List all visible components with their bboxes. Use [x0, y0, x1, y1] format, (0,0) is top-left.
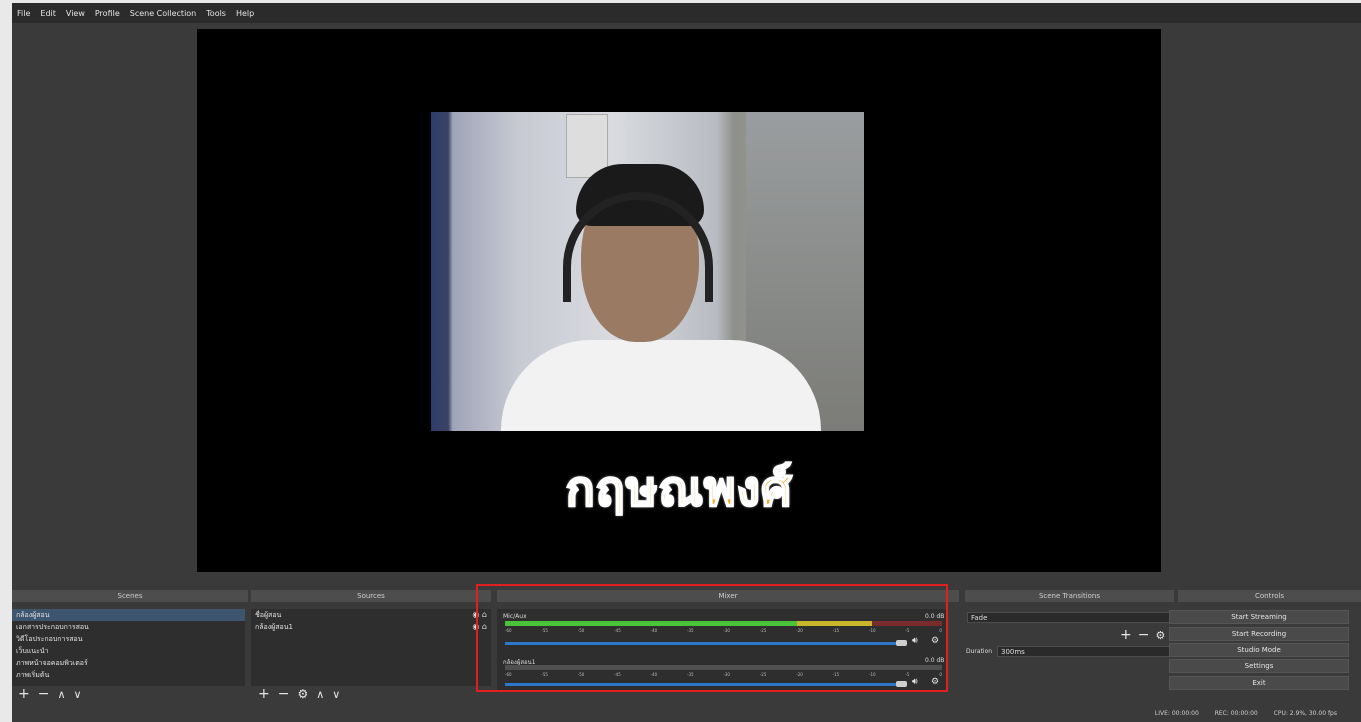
sources-list: ชื่อผู้สอน ◉ ⌂ กล้องผู้สอน1 ◉ ⌂ [251, 609, 491, 686]
scenes-list: กล้องผู้สอน เอกสารประกอบการสอน วิดีโอประ… [12, 609, 245, 686]
remove-source-icon[interactable]: − [278, 686, 290, 702]
menu-tools[interactable]: Tools [206, 9, 226, 18]
webcam-image [431, 112, 864, 431]
cpu-usage: CPU: 2.9%, 30.00 fps [1273, 710, 1337, 717]
source-item[interactable]: กล้องผู้สอน1 ◉ ⌂ [251, 621, 491, 633]
rec-timer: REC: 00:00:00 [1214, 710, 1258, 717]
source-item[interactable]: ชื่อผู้สอน ◉ ⌂ [251, 609, 491, 621]
studio-mode-button[interactable]: Studio Mode [1169, 643, 1349, 657]
menu-bar: File Edit View Profile Scene Collection … [12, 3, 1361, 23]
scenes-toolbar: + − ∧ ∨ [18, 686, 82, 702]
scene-item[interactable]: วิดีโอประกอบการสอน [12, 633, 245, 645]
duration-field[interactable]: 300ms [997, 646, 1170, 657]
scene-item[interactable]: เอกสารประกอบการสอน [12, 621, 245, 633]
scene-item[interactable]: ภาพเริ่มต้น [12, 669, 245, 681]
live-timer: LIVE: 00:00:00 [1154, 710, 1199, 717]
scene-item[interactable]: เว็บแนะนำ [12, 645, 245, 657]
status-bar: LIVE: 00:00:00 REC: 00:00:00 CPU: 2.9%, … [0, 710, 1337, 717]
add-scene-icon[interactable]: + [18, 686, 30, 702]
start-streaming-button[interactable]: Start Streaming [1169, 610, 1349, 624]
transition-properties-gear-icon[interactable]: ⚙ [1155, 629, 1165, 642]
source-properties-gear-icon[interactable]: ⚙ [297, 687, 308, 701]
move-up-icon[interactable]: ∧ [57, 688, 65, 701]
scene-item[interactable]: ภาพหน้าจอคอมพิวเตอร์ [12, 657, 245, 669]
menu-scene-collection[interactable]: Scene Collection [130, 9, 197, 18]
add-source-icon[interactable]: + [258, 686, 270, 702]
start-recording-button[interactable]: Start Recording [1169, 627, 1349, 641]
transitions-toolbar: + − ⚙ [1120, 627, 1165, 643]
exit-button[interactable]: Exit [1169, 676, 1349, 690]
menu-help[interactable]: Help [236, 9, 254, 18]
preview-canvas[interactable]: กฤษณพงศ์ [197, 29, 1161, 572]
menu-profile[interactable]: Profile [95, 9, 120, 18]
menu-file[interactable]: File [17, 9, 30, 18]
move-up-icon[interactable]: ∧ [316, 688, 324, 701]
scenes-title: Scenes [12, 590, 248, 602]
move-down-icon[interactable]: ∨ [74, 688, 82, 701]
controls-title: Controls [1178, 590, 1361, 602]
source-label: กล้องผู้สอน1 [255, 623, 293, 631]
transitions-title: Scene Transitions [965, 590, 1174, 602]
scene-item[interactable]: กล้องผู้สอน [12, 609, 245, 621]
move-down-icon[interactable]: ∨ [332, 688, 340, 701]
mixer-highlight-box [476, 584, 948, 692]
sources-toolbar: + − ⚙ ∧ ∨ [258, 686, 340, 702]
remove-scene-icon[interactable]: − [38, 686, 50, 702]
sources-title: Sources [251, 590, 491, 602]
presenter-name-caption: กฤษณพงศ์ [565, 460, 793, 518]
settings-button[interactable]: Settings [1169, 659, 1349, 673]
source-label: ชื่อผู้สอน [255, 611, 282, 619]
remove-transition-icon[interactable]: − [1138, 627, 1150, 643]
add-transition-icon[interactable]: + [1120, 627, 1132, 643]
menu-edit[interactable]: Edit [40, 9, 56, 18]
menu-view[interactable]: View [66, 9, 85, 18]
transition-select[interactable]: Fade [967, 612, 1170, 623]
person-shirt [501, 340, 821, 431]
duration-label: Duration [966, 648, 993, 655]
